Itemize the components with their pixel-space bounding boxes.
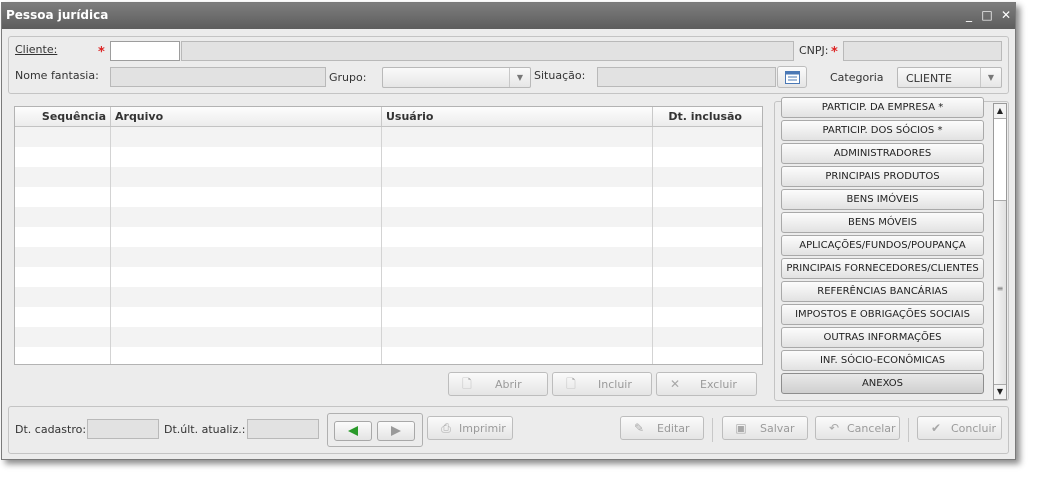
section-fornecedores-clientes[interactable]: PRINCIPAIS FORNECEDORES/CLIENTES bbox=[781, 258, 984, 279]
section-particip-empresa[interactable]: PARTICIP. DA EMPRESA * bbox=[781, 97, 984, 118]
imprimir-button[interactable]: ⎙ Imprimir bbox=[427, 416, 513, 440]
section-bens-moveis[interactable]: BENS MÓVEIS bbox=[781, 212, 984, 233]
column-divider bbox=[652, 107, 653, 364]
dt-cadastro-field bbox=[87, 419, 159, 439]
window-title: Pessoa jurídica bbox=[6, 8, 109, 22]
close-button[interactable]: ✕ bbox=[998, 7, 1014, 23]
scroll-up-icon[interactable]: ▲ bbox=[994, 104, 1006, 119]
next-record-button[interactable] bbox=[377, 421, 415, 441]
abrir-button[interactable]: 🗋 Abrir bbox=[448, 372, 548, 396]
situacao-field[interactable] bbox=[597, 67, 776, 87]
footer-separator bbox=[712, 418, 713, 442]
dt-cadastro-label: Dt. cadastro: bbox=[15, 423, 87, 436]
grip-icon: ≡ bbox=[996, 284, 1004, 293]
column-header-usuario[interactable]: Usuário bbox=[382, 107, 653, 126]
table-row[interactable] bbox=[15, 327, 762, 347]
editar-button[interactable]: ✎ Editar bbox=[620, 416, 704, 440]
cliente-label: Cliente: bbox=[15, 43, 58, 56]
salvar-button[interactable]: ▣ Salvar bbox=[722, 416, 808, 440]
section-bens-imoveis[interactable]: BENS IMÓVEIS bbox=[781, 189, 984, 210]
chevron-down-icon: ▼ bbox=[980, 68, 1001, 87]
delete-icon: ✕ bbox=[669, 377, 681, 391]
dt-ult-atualiz-field bbox=[247, 419, 319, 439]
excluir-button[interactable]: ✕ Excluir bbox=[656, 372, 757, 396]
cancelar-label: Cancelar bbox=[847, 422, 896, 435]
column-divider bbox=[110, 107, 111, 364]
grupo-select[interactable]: ▼ bbox=[382, 67, 531, 88]
section-administradores[interactable]: ADMINISTRADORES bbox=[781, 143, 984, 164]
check-icon: ✔ bbox=[930, 421, 942, 435]
printer-icon: ⎙ bbox=[441, 421, 451, 435]
table-row[interactable] bbox=[15, 147, 762, 167]
cnpj-label: CNPJ: bbox=[799, 44, 829, 57]
cnpj-field[interactable] bbox=[843, 41, 1002, 61]
table-row[interactable] bbox=[15, 187, 762, 207]
cliente-required-mark: * bbox=[98, 45, 105, 60]
imprimir-label: Imprimir bbox=[459, 422, 506, 435]
editar-label: Editar bbox=[657, 422, 690, 435]
section-referencias-bancarias[interactable]: REFERÊNCIAS BANCÁRIAS bbox=[781, 281, 984, 302]
situacao-label: Situação: bbox=[534, 69, 586, 82]
section-aplicacoes[interactable]: APLICAÇÕES/FUNDOS/POUPANÇA bbox=[781, 235, 984, 256]
column-header-dt-inclusao[interactable]: Dt. inclusão bbox=[653, 107, 762, 126]
grupo-label: Grupo: bbox=[329, 71, 367, 84]
situacao-lookup-button[interactable] bbox=[777, 66, 807, 88]
previous-record-button[interactable] bbox=[334, 421, 372, 441]
column-header-arquivo[interactable]: Arquivo bbox=[111, 107, 382, 126]
nome-fantasia-label: Nome fantasia: bbox=[15, 69, 99, 82]
open-file-icon: 🗋 bbox=[462, 377, 472, 391]
table-row[interactable] bbox=[15, 227, 762, 247]
add-file-icon: 🗋 bbox=[566, 377, 576, 391]
cancelar-button[interactable]: ↶ Cancelar bbox=[815, 416, 900, 440]
pessoa-juridica-window: Pessoa jurídica _ □ ✕ Cliente: * CNPJ: *… bbox=[1, 2, 1016, 460]
table-row[interactable] bbox=[15, 287, 762, 307]
table-header: Sequência Arquivo Usuário Dt. inclusão bbox=[15, 107, 762, 127]
section-anexos[interactable]: ANEXOS bbox=[781, 373, 984, 394]
column-header-sequencia[interactable]: Sequência bbox=[15, 107, 111, 126]
maximize-button[interactable]: □ bbox=[979, 7, 995, 23]
incluir-button[interactable]: 🗋 Incluir bbox=[552, 372, 652, 396]
table-row[interactable] bbox=[15, 267, 762, 287]
chevron-down-icon: ▼ bbox=[509, 68, 530, 87]
edit-icon: ✎ bbox=[633, 421, 645, 435]
categoria-label: Categoria bbox=[830, 71, 884, 84]
table-row[interactable] bbox=[15, 347, 762, 364]
cliente-name-field bbox=[181, 41, 794, 61]
footer-separator bbox=[908, 418, 909, 442]
categoria-value: CLIENTE bbox=[906, 72, 952, 85]
table-row[interactable] bbox=[15, 247, 762, 267]
sections-scrollbar[interactable]: ▲ ≡ ▼ bbox=[993, 103, 1007, 400]
calendar-icon bbox=[785, 71, 800, 84]
scroll-thumb[interactable] bbox=[994, 200, 1006, 386]
concluir-button[interactable]: ✔ Concluir bbox=[917, 416, 1002, 440]
abrir-label: Abrir bbox=[495, 378, 522, 391]
title-bar[interactable]: Pessoa jurídica _ □ ✕ bbox=[2, 3, 1015, 29]
arrow-left-icon bbox=[348, 426, 358, 436]
incluir-label: Incluir bbox=[598, 378, 632, 391]
categoria-select[interactable]: CLIENTE ▼ bbox=[897, 67, 1002, 88]
cnpj-required-mark: * bbox=[831, 45, 838, 60]
minimize-button[interactable]: _ bbox=[961, 7, 977, 23]
salvar-label: Salvar bbox=[760, 422, 795, 435]
undo-icon: ↶ bbox=[828, 421, 840, 435]
table-row[interactable] bbox=[15, 307, 762, 327]
section-outras-informacoes[interactable]: OUTRAS INFORMAÇÕES bbox=[781, 327, 984, 348]
section-impostos-obrigacoes[interactable]: IMPOSTOS E OBRIGAÇÕES SOCIAIS bbox=[781, 304, 984, 325]
table-row[interactable] bbox=[15, 167, 762, 187]
excluir-label: Excluir bbox=[700, 378, 737, 391]
nome-fantasia-field[interactable] bbox=[110, 67, 326, 87]
section-inf-socio-economicas[interactable]: INF. SÓCIO-ECONÔMICAS bbox=[781, 350, 984, 371]
section-particip-socios[interactable]: PARTICIP. DOS SÓCIOS * bbox=[781, 120, 984, 141]
dt-ult-atualiz-label: Dt.últ. atualiz.: bbox=[164, 423, 246, 436]
save-icon: ▣ bbox=[735, 421, 747, 435]
concluir-label: Concluir bbox=[951, 422, 997, 435]
table-row[interactable] bbox=[15, 207, 762, 227]
column-divider bbox=[381, 107, 382, 364]
scroll-down-icon[interactable]: ▼ bbox=[994, 384, 1006, 399]
table-row[interactable] bbox=[15, 127, 762, 147]
section-principais-produtos[interactable]: PRINCIPAIS PRODUTOS bbox=[781, 166, 984, 187]
arrow-right-icon bbox=[391, 426, 401, 436]
anexos-table[interactable]: Sequência Arquivo Usuário Dt. inclusão bbox=[14, 106, 763, 365]
cliente-code-input[interactable] bbox=[110, 41, 180, 61]
